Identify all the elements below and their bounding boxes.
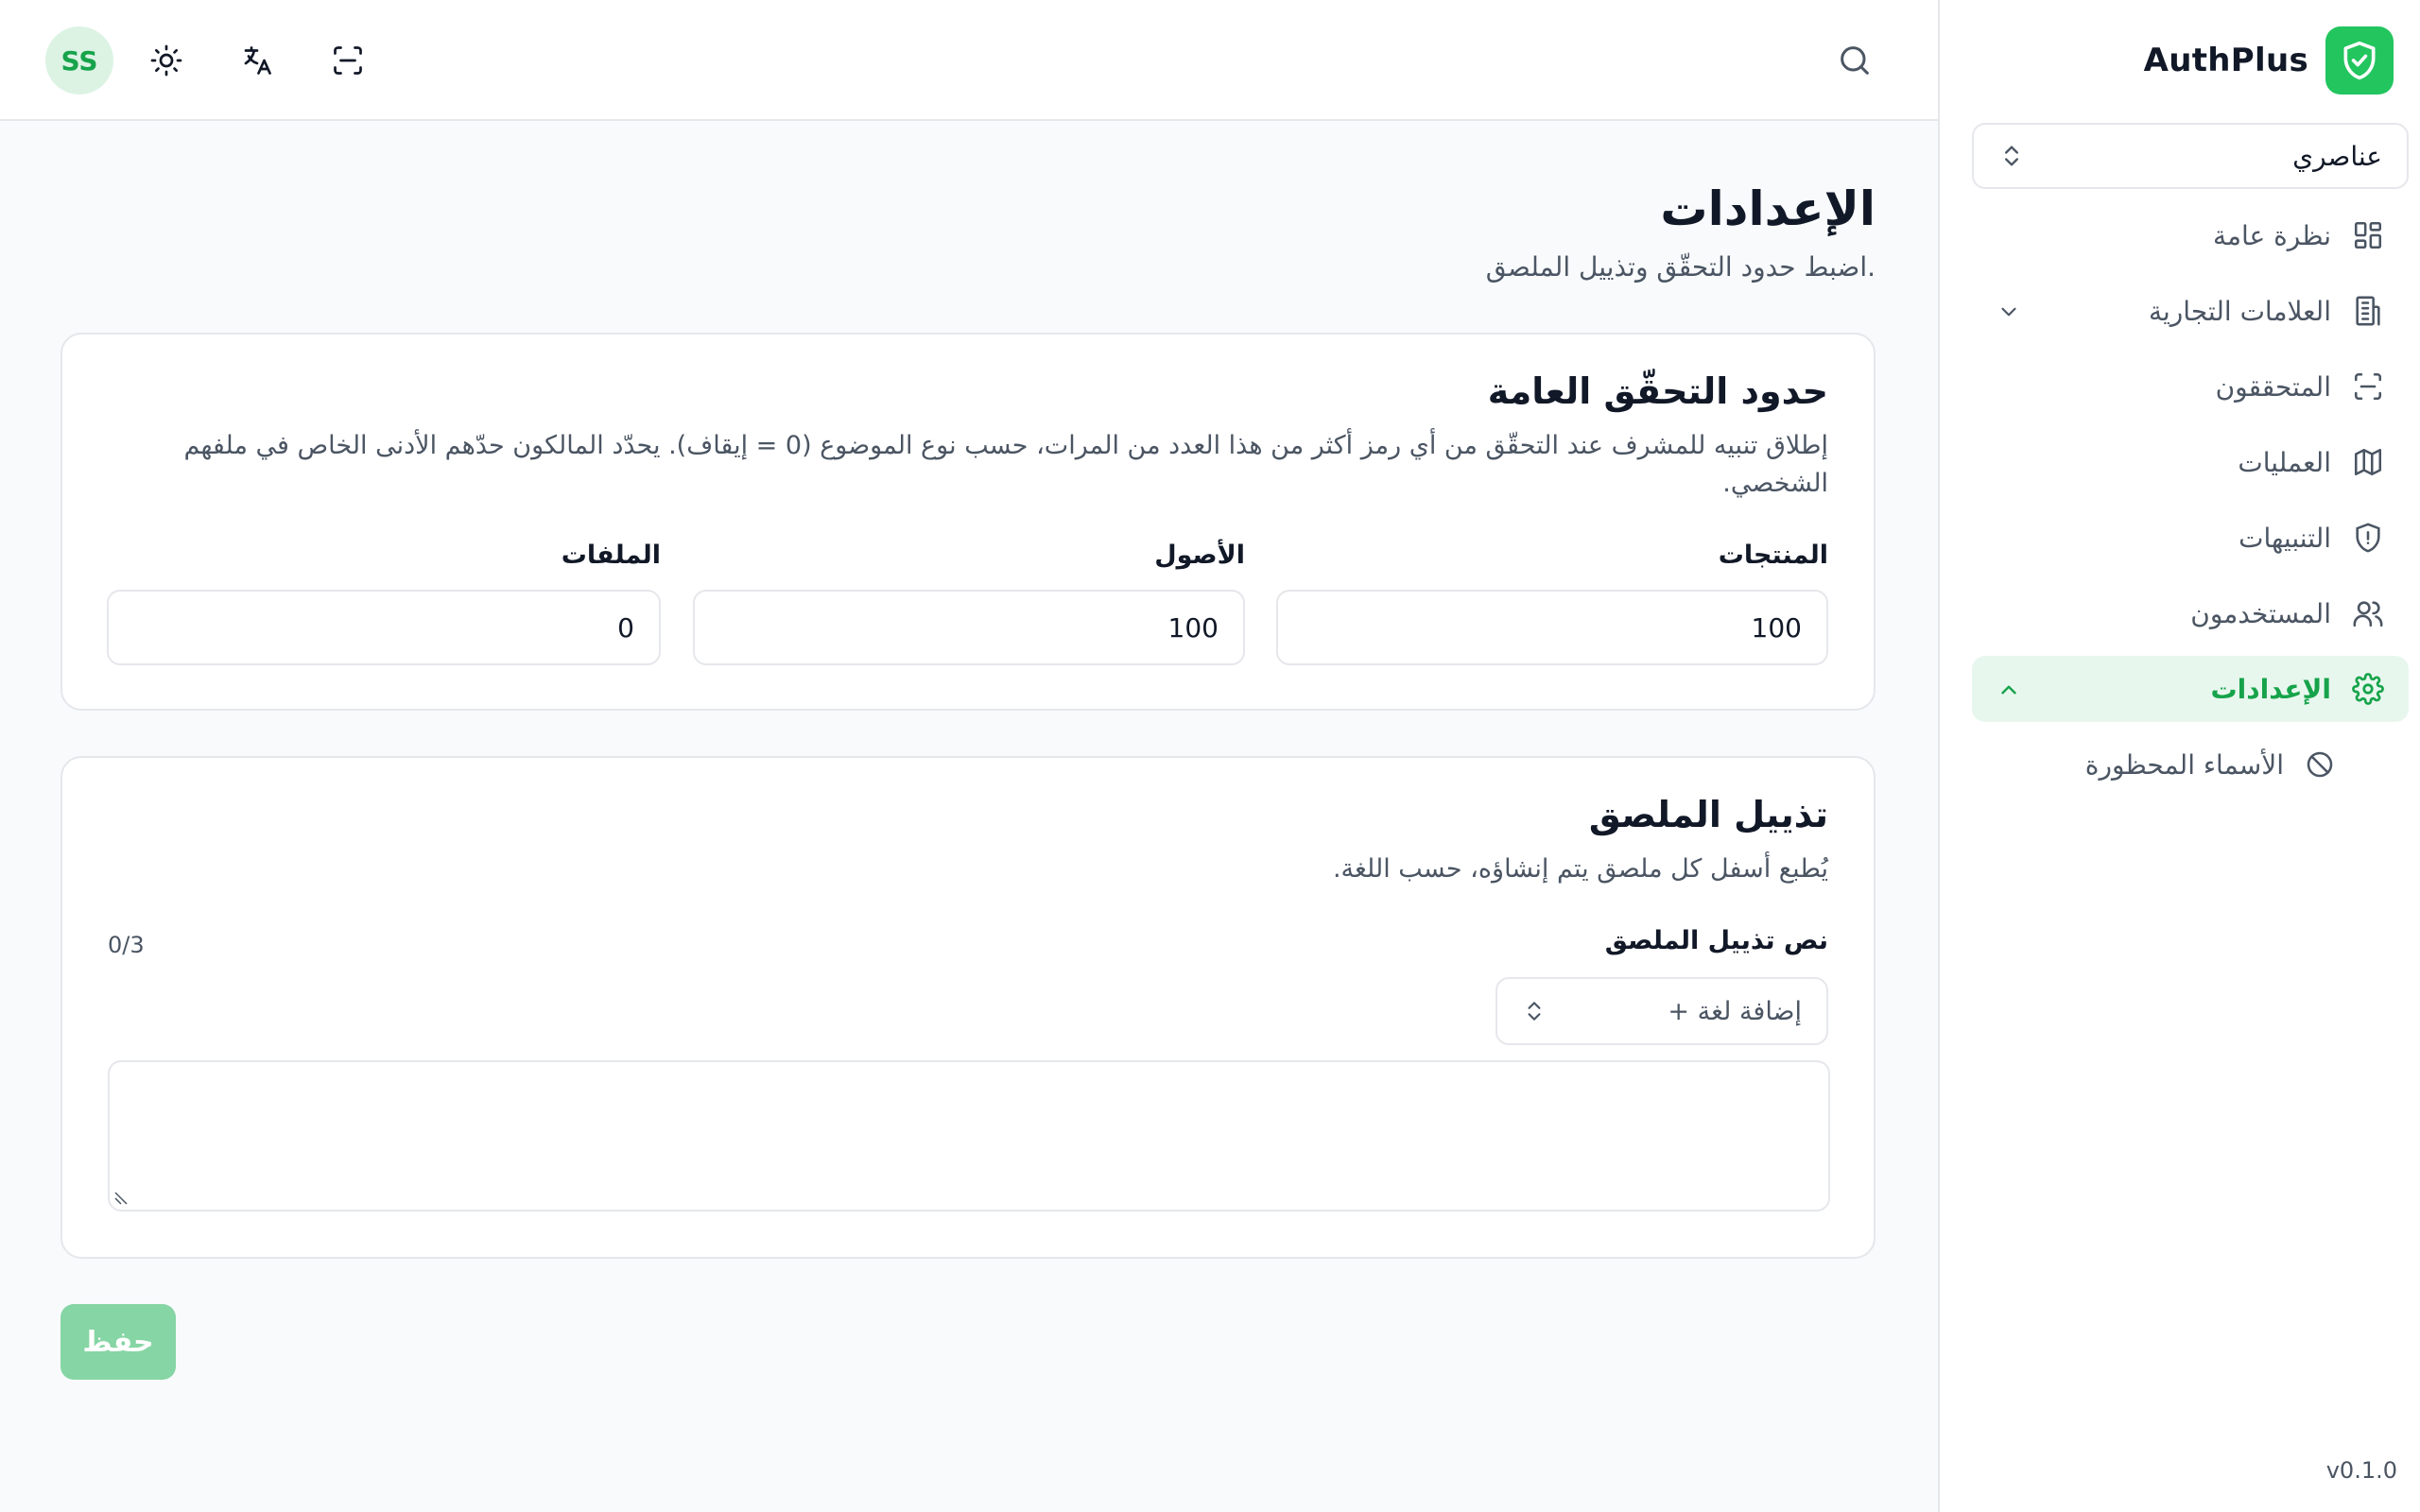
scan-icon <box>2352 370 2384 403</box>
footer-text-label: نص تذييل الملصق <box>1604 926 1828 955</box>
sidebar-item-label: المستخدمون <box>2190 597 2331 629</box>
resize-handle-icon[interactable] <box>113 1191 129 1206</box>
products-limit-input[interactable] <box>1276 590 1828 665</box>
products-limit-label: المنتجات <box>1718 541 1828 570</box>
sidebar: AuthPlus عناصري نظرة عامة العلامات التجا… <box>1938 0 2420 1512</box>
chevron-up-icon[interactable] <box>1996 678 2021 702</box>
tenant-selector[interactable]: عناصري <box>1972 123 2409 189</box>
chevrons-up-down-icon <box>1998 143 2025 169</box>
chevron-down-icon[interactable] <box>1996 300 2021 324</box>
sidebar-item-users[interactable]: المستخدمون <box>1972 580 2409 646</box>
label-footer-card: تذييل الملصق يُطبع أسفل كل ملصق يتم إنشا… <box>60 756 1876 1259</box>
brand[interactable]: AuthPlus <box>2144 26 2394 94</box>
sidebar-item-banned-names[interactable]: الأسماء المحظورة <box>1972 731 2409 798</box>
tenant-selector-label: عناصري <box>2292 140 2382 172</box>
sidebar-item-label: نظرة عامة <box>2212 219 2331 251</box>
sidebar-item-verifiers[interactable]: المتحققون <box>1972 353 2409 420</box>
card-title: تذييل الملصق <box>1588 794 1828 835</box>
card-title: حدود التحقّق العامة <box>1487 370 1828 412</box>
footer-text-input[interactable] <box>108 1060 1830 1211</box>
top-bar: SS <box>0 0 1938 121</box>
sidebar-item-label: العمليات <box>2238 446 2331 478</box>
sidebar-item-alerts[interactable]: التنبيهات <box>1972 505 2409 571</box>
users-icon <box>2352 597 2384 629</box>
sidebar-item-label: المتحققون <box>2215 370 2331 403</box>
assets-limit-label: الأصول <box>1154 541 1245 570</box>
translate-icon[interactable] <box>240 43 274 77</box>
sidebar-item-overview[interactable]: نظرة عامة <box>1972 202 2409 268</box>
verification-limits-card: حدود التحقّق العامة إطلاق تنبيه للمشرف ع… <box>60 333 1876 711</box>
page-subtitle: اضبط حدود التحقّق وتذييل الملصق. <box>1485 251 1876 283</box>
sidebar-item-brands[interactable]: العلامات التجارية <box>1972 278 2409 344</box>
main-content: الإعدادات اضبط حدود التحقّق وتذييل الملص… <box>0 123 1938 1512</box>
search-icon[interactable] <box>1836 42 1874 79</box>
assets-limit-input[interactable] <box>693 590 1245 665</box>
grid-icon <box>2352 219 2384 251</box>
map-icon <box>2352 446 2384 478</box>
sun-icon[interactable] <box>149 43 183 77</box>
sidebar-item-label: العلامات التجارية <box>2148 295 2331 327</box>
avatar[interactable]: SS <box>45 26 113 94</box>
scan-frame-icon[interactable] <box>331 43 365 77</box>
sidebar-item-label: الإعدادات <box>2210 673 2331 705</box>
add-language-select[interactable]: + إضافة لغة <box>1495 977 1828 1045</box>
shield-check-logo-icon <box>2325 26 2394 94</box>
app-name: AuthPlus <box>2143 42 2308 79</box>
add-language-label: + إضافة لغة <box>1668 996 1802 1026</box>
ban-icon <box>2305 749 2335 780</box>
files-limit-input[interactable] <box>107 590 661 665</box>
sidebar-item-label: التنبيهات <box>2238 522 2331 554</box>
save-button[interactable]: حفظ <box>60 1304 176 1380</box>
files-limit-label: الملفات <box>561 541 661 570</box>
chevrons-up-down-icon <box>1522 999 1547 1023</box>
language-counter: 0/3 <box>108 932 145 958</box>
sidebar-item-operations[interactable]: العمليات <box>1972 429 2409 495</box>
shield-alert-icon <box>2352 522 2384 554</box>
settings-icon <box>2352 673 2384 705</box>
sidebar-nav: نظرة عامة العلامات التجارية المتحققون ال… <box>1972 202 2409 807</box>
sidebar-item-label: الأسماء المحظورة <box>2084 748 2284 781</box>
card-description: يُطبع أسفل كل ملصق يتم إنشاؤه، حسب اللغة… <box>1332 854 1828 884</box>
building-icon <box>2352 295 2384 327</box>
sidebar-item-settings[interactable]: الإعدادات <box>1972 656 2409 722</box>
card-description: إطلاق تنبيه للمشرف عند التحقّق من أي رمز… <box>183 431 1828 498</box>
page-title: الإعدادات <box>1660 181 1876 236</box>
app-version: v0.1.0 <box>2325 1457 2397 1484</box>
